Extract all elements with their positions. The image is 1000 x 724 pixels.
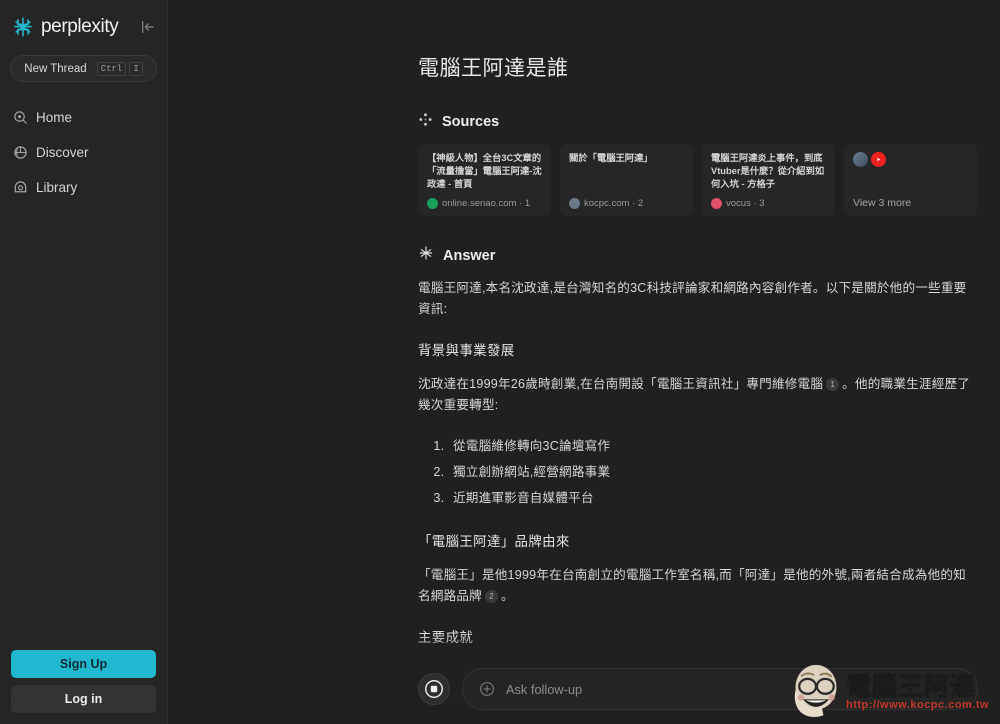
source-card[interactable]: 電腦王阿達炎上事件，到底Vtuber是什麼？從介紹到如何入坑 - 方格子 voc… xyxy=(702,144,835,216)
list-item: 近期進軍影音自媒體平台 xyxy=(448,485,978,511)
citation-badge[interactable]: 1 xyxy=(826,378,840,391)
home-search-icon xyxy=(13,110,28,125)
answer-paragraph: 沈政達在1999年26歲時創業,在台南開設「電腦王資訊社」專門維修電腦 1 。他的職… xyxy=(418,374,978,416)
stop-generating-button[interactable] xyxy=(418,673,450,705)
new-thread-label: New Thread xyxy=(24,62,87,75)
new-thread-shortcut: Ctrl I xyxy=(96,61,143,76)
sidebar-item-discover[interactable]: Discover xyxy=(0,135,167,170)
source-title: 關於「電腦王阿達」 xyxy=(569,153,653,163)
sidebar-item-home[interactable]: Home xyxy=(0,100,167,135)
answer-ordered-list: 從電腦維修轉向3C論壇寫作 獨立創辦網站,經營網路事業 近期進軍影音自媒體平台 xyxy=(448,433,978,511)
source-meta: kocpc.com · 2 xyxy=(569,198,685,209)
favicon-icon xyxy=(711,198,722,209)
favicon-icon xyxy=(427,198,438,209)
library-stack-icon xyxy=(13,180,28,195)
source-domain: vocus · 3 xyxy=(726,198,765,209)
perplexity-answer-icon xyxy=(418,245,434,266)
source-card[interactable]: 【神級人物】全台3C文章的「流量擔當」電腦王阿達-沈政達 - 首頁 online… xyxy=(418,144,551,216)
paragraph-text-post: 。 xyxy=(500,589,514,603)
sign-up-button[interactable]: Sign Up xyxy=(11,650,156,678)
answer-subheading: 主要成就 xyxy=(418,630,474,645)
discover-globe-icon xyxy=(13,145,28,160)
perplexity-logo-icon xyxy=(12,16,34,38)
avatar-thumbnail-icon xyxy=(853,152,868,167)
source-card[interactable]: 關於「電腦王阿達」 kocpc.com · 2 xyxy=(560,144,693,216)
brand-row: perplexity xyxy=(0,0,167,42)
answer-subheading: 「電腦王阿達」品牌由來 xyxy=(418,534,570,549)
source-avatars xyxy=(853,152,969,167)
sources-header: Sources xyxy=(418,112,978,132)
shortcut-key-ctrl: Ctrl xyxy=(96,61,127,76)
sidebar-item-library[interactable]: Library xyxy=(0,170,167,205)
sidebar-item-home-label: Home xyxy=(36,110,73,125)
source-domain: kocpc.com · 2 xyxy=(584,198,644,209)
source-meta: vocus · 3 xyxy=(711,198,827,209)
ask-follow-up-input[interactable]: Ask follow-up xyxy=(462,668,978,710)
sidebar-item-discover-label: Discover xyxy=(36,145,89,160)
sources-list: 【神級人物】全台3C文章的「流量擔當」電腦王阿達-沈政達 - 首頁 online… xyxy=(418,144,978,216)
answer-heading: Answer xyxy=(443,247,496,264)
answer-subheading: 背景與事業發展 xyxy=(418,343,515,358)
view-more-label: View 3 more xyxy=(853,197,912,209)
favicon-icon xyxy=(569,198,580,209)
source-title: 【神級人物】全台3C文章的「流量擔當」電腦王阿達-沈政達 - 首頁 xyxy=(427,153,542,189)
answer-header: Answer xyxy=(418,245,978,266)
list-item: 從電腦維修轉向3C論壇寫作 xyxy=(448,433,978,459)
sources-heading: Sources xyxy=(442,114,500,130)
sidebar: perplexity New Thread Ctrl I Home Discov… xyxy=(0,0,168,724)
sidebar-auth-actions: Sign Up Log in xyxy=(0,650,167,724)
answer-intro-paragraph: 電腦王阿達,本名沈政達,是台灣知名的3C科技評論家和網路內容創作者。以下是關於他… xyxy=(418,281,967,316)
sources-dots-icon xyxy=(418,112,433,132)
sidebar-nav: Home Discover Library xyxy=(0,100,167,205)
main-content: 電腦王阿達是誰 Sources 【神級人物】全台3C文章的「流量擔當」電腦王阿達… xyxy=(168,0,1000,724)
collapse-sidebar-icon[interactable] xyxy=(139,18,157,36)
page-title: 電腦王阿達是誰 xyxy=(418,57,569,80)
view-more-sources-card[interactable]: View 3 more xyxy=(844,144,977,216)
source-meta: online.senao.com · 1 xyxy=(427,198,543,209)
composer-bar: Ask follow-up xyxy=(418,668,978,710)
new-thread-button[interactable]: New Thread Ctrl I xyxy=(10,55,157,82)
log-in-button[interactable]: Log in xyxy=(11,685,156,713)
thread-content: 電腦王阿達是誰 Sources 【神級人物】全台3C文章的「流量擔當」電腦王阿達… xyxy=(418,0,978,724)
app-root: perplexity New Thread Ctrl I Home Discov… xyxy=(0,0,1000,724)
answer-paragraph: 「電腦王」是他1999年在台南創立的電腦工作室名稱,而「阿達」是他的外號,兩者結… xyxy=(418,565,978,607)
list-item: 獨立創辦網站,經營網路事業 xyxy=(448,459,978,485)
citation-badge[interactable]: 2 xyxy=(484,590,498,603)
source-title: 電腦王阿達炎上事件，到底Vtuber是什麼？從介紹到如何入坑 - 方格子 xyxy=(711,153,825,189)
ask-follow-up-placeholder: Ask follow-up xyxy=(506,681,583,697)
youtube-icon xyxy=(871,152,886,167)
sidebar-item-library-label: Library xyxy=(36,180,78,195)
paragraph-text-pre: 沈政達在1999年26歲時創業,在台南開設「電腦王資訊社」專門維修電腦 xyxy=(418,377,824,391)
source-domain: online.senao.com · 1 xyxy=(442,198,531,209)
brand-name: perplexity xyxy=(41,15,119,37)
shortcut-key-i: I xyxy=(129,61,143,76)
plus-attach-icon[interactable] xyxy=(479,681,495,697)
answer-body: 電腦王阿達,本名沈政達,是台灣知名的3C科技評論家和網路內容創作者。以下是關於他… xyxy=(418,278,978,717)
